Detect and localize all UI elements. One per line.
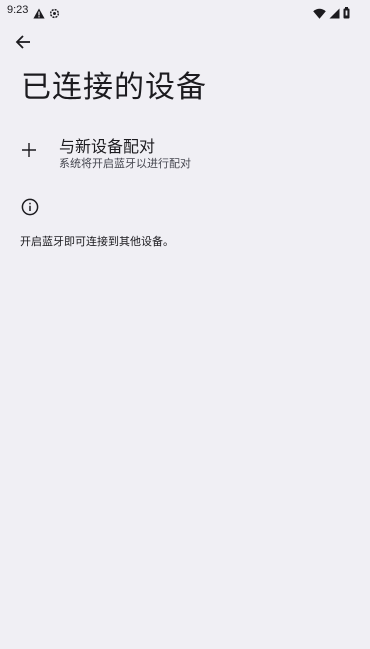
pair-new-device-item[interactable]: 与新设备配对 系统将开启蓝牙以进行配对 — [0, 128, 370, 178]
status-left-icons — [33, 4, 60, 23]
info-icon — [21, 198, 39, 216]
signal-icon — [329, 4, 340, 23]
battery-icon — [343, 4, 350, 23]
settings-icon — [49, 4, 60, 23]
arrow-back-icon — [15, 34, 31, 54]
status-time: 9:23 — [7, 4, 29, 16]
back-button[interactable] — [10, 32, 36, 56]
pair-new-device-summary: 系统将开启蓝牙以进行配对 — [59, 157, 191, 170]
wifi-icon — [313, 4, 326, 23]
plus-icon — [21, 142, 37, 158]
page-title: 已连接的设备 — [21, 70, 207, 105]
warning-icon — [33, 4, 45, 23]
pair-new-device-title: 与新设备配对 — [59, 137, 156, 156]
footer-info-text: 开启蓝牙即可连接到其他设备。 — [20, 235, 174, 248]
status-bar: 9:23 — [0, 0, 370, 22]
status-right-icons — [313, 4, 350, 23]
